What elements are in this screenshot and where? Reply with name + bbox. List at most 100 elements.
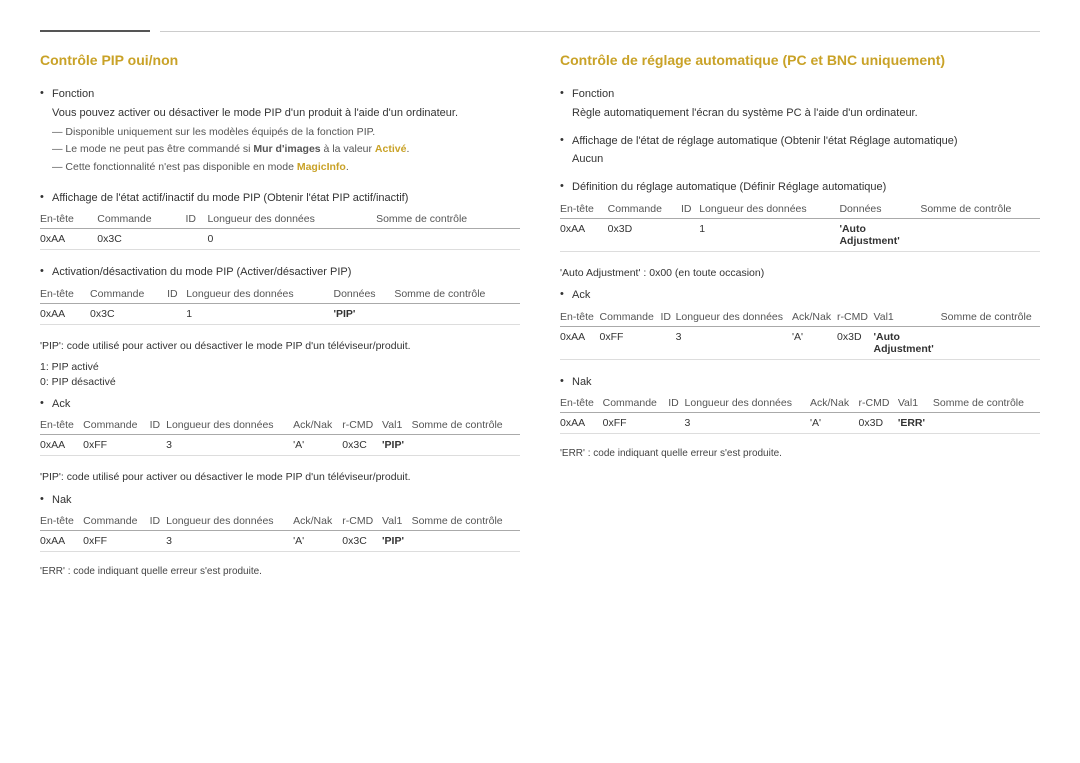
rtd-0xaa-1: 0xAA — [560, 218, 608, 251]
rtd-0x3d-2: 0x3D — [837, 326, 873, 359]
left-table2: En-tête Commande ID Longueur des données… — [40, 285, 520, 325]
right-bullet-dot-2: • — [560, 134, 572, 146]
th-val1-4: Val1 — [382, 512, 412, 531]
rtd-0x3d-3: 0x3D — [859, 413, 898, 434]
th-longueur-2: Longueur des données — [186, 285, 333, 304]
right-bullet2-text: Affichage de l'état de réglage automatiq… — [572, 133, 958, 150]
th-commande-4: Commande — [83, 512, 149, 531]
rth-somme-3: Somme de contrôle — [933, 394, 1040, 413]
td-0xaa-2: 0xAA — [40, 303, 90, 324]
bullet-dot-1: • — [40, 87, 52, 99]
table-row: 0xAA 0xFF 3 'A' 0x3C 'PIP' — [40, 531, 520, 552]
rth-entete-1: En-tête — [560, 200, 608, 219]
right-ack-block: • Ack En-tête Commande ID Longueur des d… — [560, 287, 1040, 360]
rtd-3-2: 3 — [676, 326, 792, 359]
right-bullet-function: • Fonction — [560, 86, 1040, 103]
left-ack-block: • Ack En-tête Commande ID Longueur des d… — [40, 396, 520, 457]
left-ack-label: Ack — [52, 396, 70, 413]
rtd-somme-2 — [941, 326, 1040, 359]
rth-id-3: ID — [668, 394, 684, 413]
rth-id-1: ID — [681, 200, 699, 219]
left-note3: Cette fonctionnalité n'est pas disponibl… — [52, 160, 520, 176]
pip-note3: 0: PIP désactivé — [40, 376, 520, 388]
right-bullet2: • Affichage de l'état de réglage automat… — [560, 133, 1040, 150]
td-0xaa-1: 0xAA — [40, 229, 97, 250]
td-3-4: 3 — [166, 531, 293, 552]
rtd-id-1 — [681, 218, 699, 251]
td-id-2 — [167, 303, 186, 324]
table-row: 0xAA 0x3D 1 'AutoAdjustment' — [560, 218, 1040, 251]
left-bullet2-text: Affichage de l'état actif/inactif du mod… — [52, 190, 408, 207]
left-title-block: Contrôle PIP oui/non — [40, 52, 520, 72]
rth-commande-2: Commande — [600, 308, 661, 327]
td-a-3: 'A' — [293, 435, 342, 456]
th-id-3: ID — [150, 416, 167, 435]
left-table2-block: • Activation/désactivation du mode PIP (… — [40, 264, 520, 325]
th-entete-1: En-tête — [40, 210, 97, 229]
rtd-a-3: 'A' — [810, 413, 859, 434]
rtd-id-2 — [660, 326, 675, 359]
left-err-note: 'ERR' : code indiquant quelle erreur s'e… — [40, 566, 520, 577]
rth-val1-3: Val1 — [898, 394, 933, 413]
rtd-0xff-3: 0xFF — [603, 413, 669, 434]
right-bullet-dot-3: • — [560, 180, 572, 192]
pip-note1: 'PIP': code utilisé pour activer ou désa… — [40, 339, 520, 355]
td-pip-3: 'PIP' — [382, 435, 412, 456]
rth-longueur-2: Longueur des données — [676, 308, 792, 327]
th-commande-1: Commande — [97, 210, 185, 229]
td-pip-2: 'PIP' — [334, 303, 395, 324]
left-column: Contrôle PIP oui/non • Fonction Vous pou… — [40, 52, 520, 581]
rth-longueur-3: Longueur des données — [685, 394, 810, 413]
left-note1: Disponible uniquement sur les modèles éq… — [52, 125, 520, 141]
rtd-0x3d-1: 0x3D — [608, 218, 681, 251]
rth-acknak-2: Ack/Nak — [792, 308, 837, 327]
rtd-id-3 — [668, 413, 684, 434]
right-section-title: Contrôle de réglage automatique (PC et B… — [560, 52, 1040, 72]
right-table2: En-tête Commande ID Longueur des données… — [560, 308, 1040, 360]
td-1-2: 1 — [186, 303, 333, 324]
th-id-2: ID — [167, 285, 186, 304]
right-bullet3: • Définition du réglage automatique (Déf… — [560, 179, 1040, 196]
rth-commande-1: Commande — [608, 200, 681, 219]
right-function-block: • Fonction Règle automatiquement l'écran… — [560, 86, 1040, 119]
left-table3: En-tête Commande ID Longueur des données… — [40, 416, 520, 456]
right-function-label: Fonction — [572, 86, 614, 103]
left-section-title: Contrôle PIP oui/non — [40, 52, 520, 72]
rtd-0xaa-2: 0xAA — [560, 326, 600, 359]
table-row: 0xAA 0x3C 1 'PIP' — [40, 303, 520, 324]
right-bullet2-sub: Aucun — [572, 153, 1040, 165]
th-longueur-3: Longueur des données — [166, 416, 293, 435]
header-divider — [40, 30, 1040, 32]
bullet-dot-3: • — [40, 265, 52, 277]
table-row: 0xAA 0x3C 0 — [40, 229, 520, 250]
right-auto-adj-note: 'Auto Adjustment' : 0x00 (en toute occas… — [560, 266, 1040, 282]
auto-adj-cell: 'AutoAdjustment' — [839, 223, 899, 247]
pip-note2: 1: PIP activé — [40, 361, 520, 373]
rth-entete-3: En-tête — [560, 394, 603, 413]
left-table4: En-tête Commande ID Longueur des données… — [40, 512, 520, 552]
th-acknak-3: Ack/Nak — [293, 416, 342, 435]
left-function-block: • Fonction Vous pouvez activer ou désact… — [40, 86, 520, 176]
td-0xaa-4: 0xAA — [40, 531, 83, 552]
th-id-4: ID — [150, 512, 167, 531]
th-commande-2: Commande — [90, 285, 167, 304]
short-rule — [40, 30, 150, 32]
pip-note4: 'PIP': code utilisé pour activer ou désa… — [40, 470, 520, 486]
right-title-block: Contrôle de réglage automatique (PC et B… — [560, 52, 1040, 72]
right-err-note: 'ERR' : code indiquant quelle erreur s'e… — [560, 448, 1040, 459]
right-bullet-dot-1: • — [560, 87, 572, 99]
td-id-4 — [150, 531, 167, 552]
page-layout: Contrôle PIP oui/non • Fonction Vous pou… — [40, 52, 1040, 581]
td-pip-4: 'PIP' — [382, 531, 412, 552]
right-function-desc: Règle automatiquement l'écran du système… — [572, 107, 1040, 119]
td-0x3c-1: 0x3C — [97, 229, 185, 250]
magic-info: MagicInfo — [297, 161, 346, 173]
td-somme-val-1 — [376, 229, 520, 250]
rth-longueur-1: Longueur des données — [699, 200, 839, 219]
right-ack-label: Ack — [572, 287, 590, 304]
rth-val1-2: Val1 — [874, 308, 941, 327]
right-bullet-dot-ack: • — [560, 288, 572, 300]
th-val1-3: Val1 — [382, 416, 412, 435]
th-rcmd-3: r-CMD — [342, 416, 382, 435]
th-id-1: ID — [186, 210, 208, 229]
